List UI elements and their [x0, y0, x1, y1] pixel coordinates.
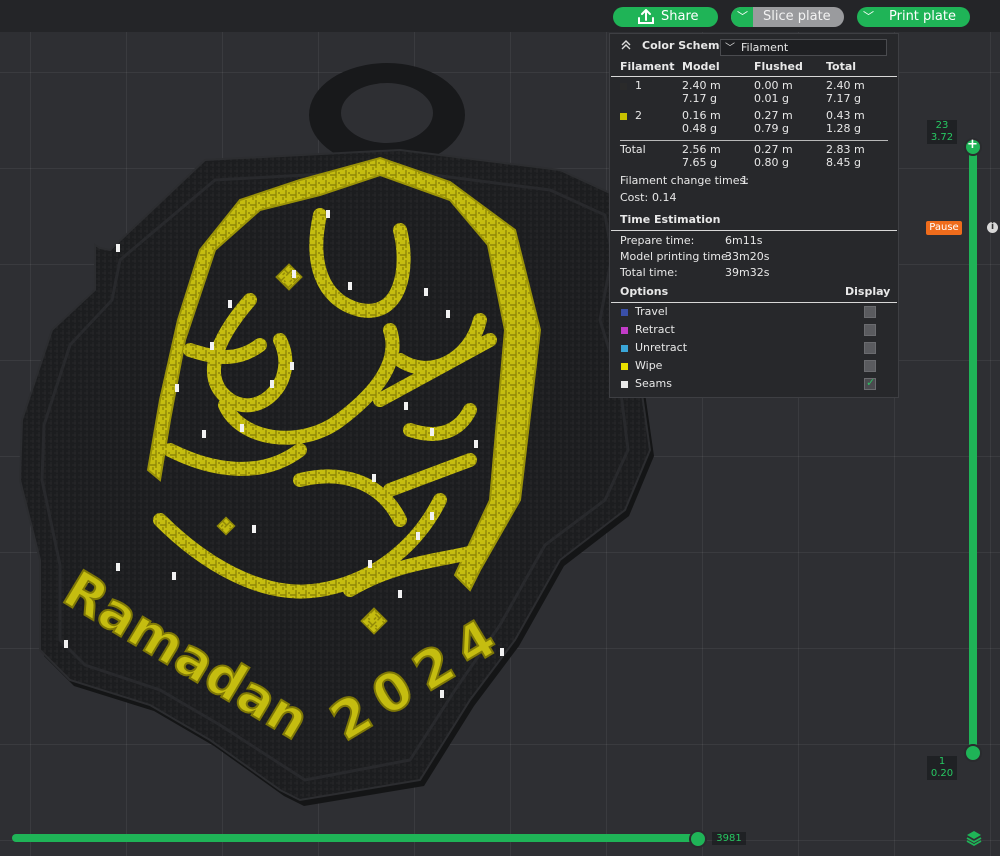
total-flushed-len: 0.27 m: [754, 143, 793, 156]
filament-2-id: 2: [635, 109, 642, 122]
info-icon[interactable]: i: [987, 222, 998, 233]
top-layer-height: 3.72: [930, 132, 954, 143]
chevron-down-icon: ﹀: [863, 10, 874, 23]
col-filament: Filament: [620, 60, 675, 73]
prepare-time-value: 6m11s: [725, 234, 763, 247]
legend-panel: Color Scheme ﹀ Filament Filament Model F…: [609, 33, 899, 398]
seams-swatch: [621, 381, 628, 388]
col-model: Model: [682, 60, 720, 73]
legend-title: Color Scheme: [642, 39, 727, 52]
filament-1-id: 1: [635, 79, 642, 92]
col-total: Total: [826, 60, 857, 73]
divider: [611, 230, 897, 231]
option-travel-label: Travel: [635, 305, 668, 318]
unretract-checkbox[interactable]: [864, 342, 876, 354]
collapse-icon[interactable]: [620, 39, 632, 54]
bottom-layer-label: 1 0.20: [927, 756, 957, 780]
model-print-time-label: Model printing time:: [620, 250, 732, 263]
model-print-time-value: 33m20s: [725, 250, 770, 263]
filament-1-flushed-wt: 0.01 g: [754, 92, 789, 105]
filament-1-model-wt: 7.17 g: [682, 92, 717, 105]
wipe-checkbox[interactable]: [864, 360, 876, 372]
filament-2-total-len: 0.43 m: [826, 109, 865, 122]
filament-2-swatch: [620, 113, 627, 120]
filament-1-swatch: [620, 83, 627, 90]
layer-slider-top-handle[interactable]: [964, 138, 982, 156]
divider: [611, 302, 897, 303]
move-slider-value: 3981: [712, 832, 746, 845]
change-times-label: Filament change times:: [620, 174, 749, 187]
total-time-label: Total time:: [620, 266, 678, 279]
wipe-swatch: [621, 363, 628, 370]
move-slider-track[interactable]: [12, 834, 698, 842]
cost-value: 0.14: [652, 191, 677, 204]
total-model-wt: 7.65 g: [682, 156, 717, 169]
change-times-value: 1: [741, 174, 748, 187]
seams-checkbox[interactable]: [864, 376, 876, 390]
filament-2-flushed-wt: 0.79 g: [754, 122, 789, 135]
divider: [620, 140, 888, 141]
share-icon: [637, 8, 655, 32]
pause-marker[interactable]: Pause: [926, 221, 962, 235]
share-label: Share: [661, 9, 699, 24]
option-unretract-label: Unretract: [635, 341, 688, 354]
slice-plate-button[interactable]: ﹀ Slice plate: [731, 7, 844, 27]
filament-1-model-len: 2.40 m: [682, 79, 721, 92]
chevron-down-icon: ﹀: [725, 43, 735, 54]
filament-2-model-len: 0.16 m: [682, 109, 721, 122]
total-total-wt: 8.45 g: [826, 156, 861, 169]
option-wipe-label: Wipe: [635, 359, 663, 372]
prepare-time-label: Prepare time:: [620, 234, 695, 247]
col-flushed: Flushed: [754, 60, 803, 73]
scheme-value: Filament: [741, 41, 789, 54]
filament-1-total-wt: 7.17 g: [826, 92, 861, 105]
filament-1-flushed-len: 0.00 m: [754, 79, 793, 92]
print-label: Print plate: [889, 9, 956, 24]
filament-1-total-len: 2.40 m: [826, 79, 865, 92]
total-total-len: 2.83 m: [826, 143, 865, 156]
chevron-down-icon: ﹀: [737, 10, 748, 23]
retract-checkbox[interactable]: [864, 324, 876, 336]
travel-swatch: [621, 309, 628, 316]
filament-2-total-wt: 1.28 g: [826, 122, 861, 135]
layer-slider-bottom-handle[interactable]: [964, 744, 982, 762]
top-layer-label: 23 3.72: [927, 120, 957, 144]
cost-label: Cost:: [620, 191, 649, 204]
option-seams-label: Seams: [635, 377, 672, 390]
slice-label: Slice plate: [763, 9, 831, 24]
share-button[interactable]: Share: [613, 7, 718, 27]
total-flushed-wt: 0.80 g: [754, 156, 789, 169]
color-scheme-select[interactable]: ﹀ Filament: [720, 39, 887, 56]
total-model-len: 2.56 m: [682, 143, 721, 156]
top-toolbar: Share ﹀ Slice plate ﹀ Print plate: [0, 0, 1000, 33]
total-time-value: 39m32s: [725, 266, 770, 279]
retract-swatch: [621, 327, 628, 334]
print-plate-button[interactable]: ﹀ Print plate: [857, 7, 970, 27]
travel-checkbox[interactable]: [864, 306, 876, 318]
layer-slider-track[interactable]: [969, 146, 977, 754]
divider: [611, 76, 897, 77]
unretract-swatch: [621, 345, 628, 352]
move-slider-handle[interactable]: [689, 830, 707, 848]
total-label: Total: [620, 143, 646, 156]
option-retract-label: Retract: [635, 323, 675, 336]
layers-icon[interactable]: [965, 829, 983, 851]
top-layer-number: 23: [935, 120, 949, 131]
bottom-layer-height: 0.20: [930, 768, 954, 779]
options-title: Options: [620, 285, 669, 298]
time-estimation-title: Time Estimation: [620, 213, 721, 226]
filament-2-model-wt: 0.48 g: [682, 122, 717, 135]
filament-2-flushed-len: 0.27 m: [754, 109, 793, 122]
display-title: Display: [845, 285, 891, 298]
bottom-layer-number: 1: [938, 756, 946, 767]
